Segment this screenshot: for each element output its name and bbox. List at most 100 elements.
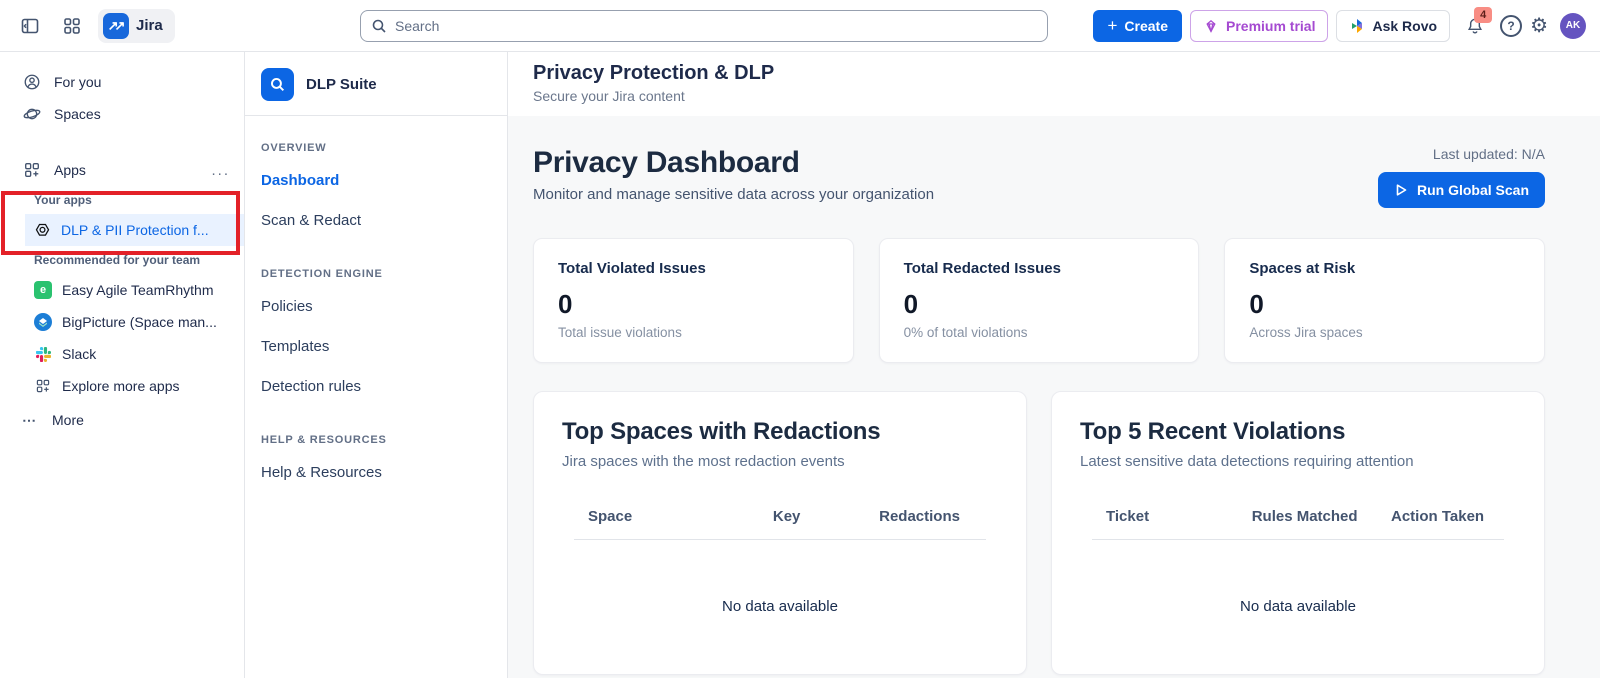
jira-home-link[interactable]: ↗↗ Jira [98, 8, 175, 43]
premium-trial-button[interactable]: Premium trial [1190, 9, 1329, 42]
notification-badge: 4 [1474, 6, 1493, 23]
main-sidebar: For you Spaces Apps ... Your apps DLP & … [0, 52, 245, 678]
app-switcher-button[interactable] [56, 10, 88, 42]
jira-logo-icon: ↗↗ [103, 12, 129, 39]
dlp-suite-title: DLP Suite [306, 76, 377, 93]
column-header-space: Space [588, 508, 633, 525]
page-title: Privacy Protection & DLP [533, 62, 775, 84]
create-button-label: Create [1124, 17, 1168, 34]
empty-state-text: No data available [722, 598, 838, 615]
sidebar-item-apps[interactable]: Apps ... [0, 154, 244, 186]
gem-icon [1203, 18, 1219, 34]
stat-card-redacted-issues: Total Redacted Issues 0 0% of total viol… [878, 238, 1200, 363]
column-header-redactions: Redactions [879, 508, 960, 525]
column-header-key: Key [772, 508, 801, 525]
column-header-rules-matched: Rules Matched [1251, 508, 1358, 525]
nav-item-detection-rules[interactable]: Detection rules [261, 366, 507, 406]
create-button[interactable]: + Create [1093, 9, 1182, 42]
rovo-icon [1349, 18, 1365, 34]
stat-caption: Across Jira spaces [1249, 325, 1363, 340]
help-button[interactable]: ? [1500, 14, 1523, 37]
stat-value: 0 [903, 289, 919, 319]
search-icon [371, 18, 387, 34]
empty-state-text: No data available [1240, 598, 1356, 615]
ask-rovo-label: Ask Rovo [1372, 17, 1438, 34]
table-card-top-spaces: Top Spaces with Redactions Jira spaces w… [533, 391, 1027, 675]
question-icon: ? [1507, 18, 1515, 33]
recommended-heading: Recommended for your team [34, 253, 201, 267]
stat-caption: Total issue violations [558, 325, 682, 340]
global-search[interactable] [360, 10, 1048, 42]
table-divider [1092, 539, 1504, 540]
stat-title: Spaces at Risk [1249, 260, 1356, 277]
table-title: Top Spaces with Redactions [562, 418, 881, 445]
spaces-label: Spaces [54, 106, 101, 122]
table-card-recent-violations: Top 5 Recent Violations Latest sensitive… [1051, 391, 1545, 675]
easy-agile-label: Easy Agile TeamRhythm [62, 282, 214, 298]
easy-agile-icon: e [34, 281, 52, 299]
bigpicture-icon [34, 313, 52, 331]
person-icon [22, 73, 42, 91]
more-label: More [52, 412, 84, 428]
table-subtitle: Latest sensitive data detections requiri… [1080, 453, 1414, 470]
nav-item-scan-redact[interactable]: Scan & Redact [261, 200, 507, 240]
last-updated-text: Last updated: N/A [1432, 146, 1545, 162]
section-heading-detection-engine: DETECTION ENGINE [261, 268, 383, 280]
table-title: Top 5 Recent Violations [1080, 418, 1346, 445]
stat-card-violated-issues: Total Violated Issues 0 Total issue viol… [533, 238, 854, 363]
stat-caption: 0% of total violations [903, 325, 1028, 340]
for-you-label: For you [54, 74, 102, 90]
stat-value: 0 [1249, 289, 1264, 319]
search-input[interactable] [395, 18, 1037, 34]
nav-item-help-resources[interactable]: Help & Resources [261, 452, 507, 492]
dlp-app-label: DLP & PII Protection f... [61, 222, 209, 238]
page-header: Privacy Protection & DLP Secure your Jir… [508, 52, 1600, 116]
page-subtitle: Secure your Jira content [533, 88, 685, 104]
apps-grid-icon [22, 161, 42, 179]
collapse-sidebar-icon [20, 16, 40, 36]
premium-trial-label: Premium trial [1226, 17, 1316, 34]
stat-card-spaces-at-risk: Spaces at Risk 0 Across Jira spaces [1224, 238, 1545, 363]
top-bar: ↗↗ Jira + Create Premium tri [0, 0, 1600, 52]
slack-label: Slack [62, 346, 97, 362]
explore-apps-label: Explore more apps [62, 378, 180, 394]
dlp-suite-header: DLP Suite [245, 52, 507, 116]
user-avatar[interactable]: AK [1560, 12, 1586, 39]
column-header-action-taken: Action Taken [1391, 508, 1485, 525]
run-global-scan-button[interactable]: Run Global Scan [1377, 172, 1545, 208]
section-heading-overview: OVERVIEW [261, 142, 327, 154]
stat-value: 0 [558, 289, 573, 319]
sidebar-item-dlp-pii-protection[interactable]: DLP & PII Protection f... [25, 214, 244, 246]
nav-item-dashboard[interactable]: Dashboard [261, 160, 507, 200]
ask-rovo-button[interactable]: Ask Rovo [1336, 9, 1451, 42]
column-header-ticket: Ticket [1106, 508, 1150, 525]
notifications-button[interactable]: 4 [1458, 6, 1493, 42]
explore-apps-icon [34, 378, 52, 394]
slack-icon [34, 346, 52, 362]
nav-item-templates[interactable]: Templates [261, 326, 507, 366]
run-global-scan-label: Run Global Scan [1416, 182, 1529, 198]
dlp-app-icon [34, 222, 51, 239]
stat-title: Total Violated Issues [558, 260, 706, 277]
table-subtitle: Jira spaces with the most redaction even… [562, 453, 845, 470]
table-divider [574, 539, 986, 540]
collapse-sidebar-button[interactable] [14, 10, 46, 42]
your-apps-heading: Your apps [34, 193, 92, 207]
bigpicture-label: BigPicture (Space man... [62, 314, 217, 330]
sidebar-item-bigpicture[interactable]: BigPicture (Space man... [0, 306, 244, 338]
settings-gear-icon[interactable]: ⚙ [1530, 16, 1548, 36]
jira-app-name: Jira [136, 17, 163, 34]
planet-icon [22, 105, 42, 123]
apps-more-menu-icon[interactable]: ... [211, 162, 230, 179]
sidebar-item-easy-agile[interactable]: e Easy Agile TeamRhythm [0, 274, 244, 306]
sidebar-item-slack[interactable]: Slack [0, 338, 244, 370]
ellipsis-icon: ⋯ [22, 411, 38, 428]
sidebar-item-more[interactable]: ⋯ More [0, 404, 244, 436]
app-switcher-icon [63, 17, 81, 35]
nav-item-policies[interactable]: Policies [261, 286, 507, 326]
apps-label: Apps [54, 162, 86, 178]
stat-title: Total Redacted Issues [903, 260, 1061, 277]
sidebar-item-spaces[interactable]: Spaces [0, 98, 244, 130]
sidebar-item-for-you[interactable]: For you [0, 66, 244, 98]
sidebar-item-explore-apps[interactable]: Explore more apps [0, 370, 244, 402]
